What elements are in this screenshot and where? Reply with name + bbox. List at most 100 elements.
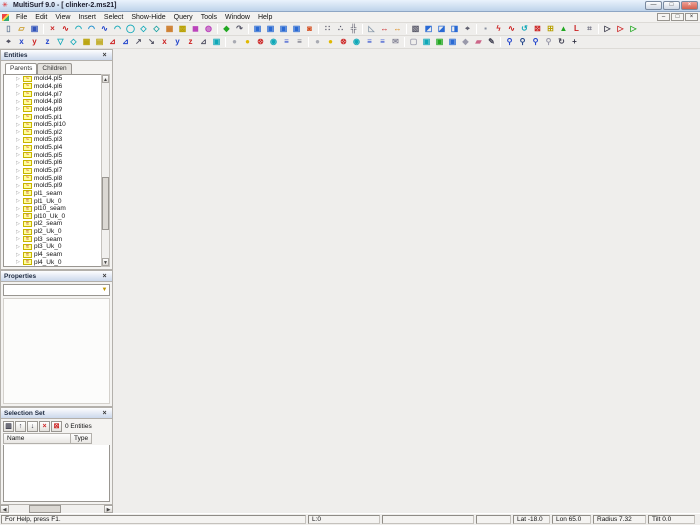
- tree-item[interactable]: mold4.pl7: [4, 90, 109, 98]
- tree-item[interactable]: mold4.pl8: [4, 98, 109, 106]
- refit-tool-icon[interactable]: ▤: [93, 36, 106, 48]
- tree-item[interactable]: mold5.pl7: [4, 167, 109, 175]
- blank-entity-icon[interactable]: ▪: [479, 23, 492, 35]
- document-icon[interactable]: [2, 13, 9, 21]
- mirror-x-icon[interactable]: x: [158, 36, 171, 48]
- triangle-tool-icon[interactable]: ⊿: [197, 36, 210, 48]
- tree-item[interactable]: mold5.pl3: [4, 136, 109, 144]
- frame-entity-icon[interactable]: L: [570, 23, 583, 35]
- project-tool-icon[interactable]: ▽: [54, 36, 67, 48]
- menu-item[interactable]: Window: [221, 14, 254, 21]
- offset-z-icon[interactable]: z: [41, 36, 54, 48]
- hide-layer-icon[interactable]: ●: [311, 36, 324, 48]
- hide-list-icon[interactable]: ≡: [293, 36, 306, 48]
- show-list-icon[interactable]: ≡: [280, 36, 293, 48]
- show-layer-icon[interactable]: ●: [324, 36, 337, 48]
- expander-icon[interactable]: [16, 229, 22, 235]
- mdi-close-button[interactable]: ×: [685, 13, 698, 21]
- shaded-icon[interactable]: ▣: [420, 36, 433, 48]
- clear-set-icon[interactable]: ⊠: [51, 420, 62, 432]
- columns-icon[interactable]: ▥: [3, 420, 14, 432]
- expander-icon[interactable]: [16, 252, 22, 258]
- entity-ok-icon[interactable]: ◆: [220, 23, 233, 35]
- expander-icon[interactable]: [16, 168, 22, 174]
- expander-icon[interactable]: [16, 137, 22, 143]
- shrink-tool-icon[interactable]: ↘: [145, 36, 158, 48]
- menu-item[interactable]: View: [51, 14, 74, 21]
- layer-list-icon[interactable]: ≡: [363, 36, 376, 48]
- expander-icon[interactable]: [16, 175, 22, 181]
- foil-tool-icon[interactable]: ◇: [150, 23, 163, 35]
- expander-icon[interactable]: [16, 152, 22, 158]
- view-iso-icon[interactable]: ▣: [290, 23, 303, 35]
- tree-item[interactable]: mold5.pl6: [4, 159, 109, 167]
- view-home-icon[interactable]: ◙: [303, 23, 316, 35]
- offset-y-icon[interactable]: y: [28, 36, 41, 48]
- selection-list[interactable]: [3, 445, 110, 502]
- tree-item[interactable]: pl10_seam: [4, 205, 109, 213]
- render-icon[interactable]: ▰: [472, 36, 485, 48]
- scroll-thumb[interactable]: [102, 177, 109, 230]
- expander-icon[interactable]: [16, 190, 22, 196]
- hide-layer-all-icon[interactable]: ⊗: [337, 36, 350, 48]
- mdi-restore-button[interactable]: □: [671, 13, 684, 21]
- show-layer-query-icon[interactable]: ◉: [350, 36, 363, 48]
- move-down-icon[interactable]: ↓: [27, 420, 38, 432]
- stretch-x-icon[interactable]: ↔: [378, 23, 391, 35]
- close-icon[interactable]: ×: [100, 409, 109, 418]
- loop-tool-icon[interactable]: ◯: [124, 23, 137, 35]
- zoom-in-icon[interactable]: ⚲: [503, 36, 516, 48]
- tree-item[interactable]: mold5.pl4: [4, 144, 109, 152]
- view-top-icon[interactable]: ▣: [277, 23, 290, 35]
- zoom-window-icon[interactable]: ⚲: [529, 36, 542, 48]
- close-icon[interactable]: ×: [100, 51, 109, 60]
- maximize-button[interactable]: □: [663, 1, 680, 10]
- rotate-view-icon[interactable]: ↻: [555, 36, 568, 48]
- solid-tool-icon[interactable]: ◼: [189, 23, 202, 35]
- tree-item[interactable]: pl2_seam: [4, 220, 109, 228]
- properties-input[interactable]: [4, 286, 100, 294]
- divisions-icon[interactable]: ∷: [321, 23, 334, 35]
- tree-item[interactable]: pl3_seam: [4, 235, 109, 243]
- tree-item[interactable]: pl4_seam: [4, 251, 109, 259]
- expander-icon[interactable]: [16, 259, 22, 265]
- arc-tool-icon[interactable]: ◠: [72, 23, 85, 35]
- offset-x-icon[interactable]: x: [15, 36, 28, 48]
- expander-icon[interactable]: [16, 145, 22, 151]
- expander-icon[interactable]: [16, 83, 22, 89]
- tree-item[interactable]: mold4.pl6: [4, 83, 109, 91]
- shaded-blue-icon[interactable]: ▣: [446, 36, 459, 48]
- expander-icon[interactable]: [16, 76, 22, 82]
- expander-icon[interactable]: [16, 106, 22, 112]
- close-icon[interactable]: ×: [100, 272, 109, 281]
- new-file-icon[interactable]: ▯: [2, 23, 15, 35]
- expander-icon[interactable]: [16, 99, 22, 105]
- scroll-down-icon[interactable]: ▼: [102, 258, 109, 266]
- remove-item-icon[interactable]: ×: [39, 420, 50, 432]
- open-file-icon[interactable]: ▱: [15, 23, 28, 35]
- sketch-icon[interactable]: ✎: [485, 36, 498, 48]
- foil-curve-tool-icon[interactable]: ◠: [111, 23, 124, 35]
- close-button[interactable]: ×: [681, 1, 698, 10]
- view-side-icon[interactable]: ▣: [264, 23, 277, 35]
- sphere-tool-icon[interactable]: ◍: [202, 23, 215, 35]
- fit-tool-icon[interactable]: ◇: [67, 36, 80, 48]
- tree-item[interactable]: pl2_Uk_0: [4, 228, 109, 236]
- ccurve-tool-icon[interactable]: ∿: [98, 23, 111, 35]
- tree-item[interactable]: pl1_seam: [4, 190, 109, 198]
- scroll-thumb[interactable]: [29, 505, 61, 513]
- grid-icon[interactable]: ╬: [347, 23, 360, 35]
- tree-item[interactable]: mold5.pl5: [4, 151, 109, 159]
- expander-icon[interactable]: [16, 160, 22, 166]
- scroll-right-icon[interactable]: ▶: [104, 505, 113, 513]
- delete-grid-icon[interactable]: ⊠: [531, 23, 544, 35]
- column-header[interactable]: Type: [71, 433, 93, 444]
- shaded-green-icon[interactable]: ▣: [433, 36, 446, 48]
- expand-tool-icon[interactable]: ↗: [132, 36, 145, 48]
- hide-entity-icon[interactable]: ●: [228, 36, 241, 48]
- left-horizontal-scrollbar[interactable]: ◀ ▶: [0, 505, 113, 513]
- show-entity-icon[interactable]: ●: [241, 36, 254, 48]
- pan-view-icon[interactable]: +: [568, 36, 581, 48]
- select-target-icon[interactable]: ⌖: [461, 23, 474, 35]
- filter-icon[interactable]: [100, 287, 109, 293]
